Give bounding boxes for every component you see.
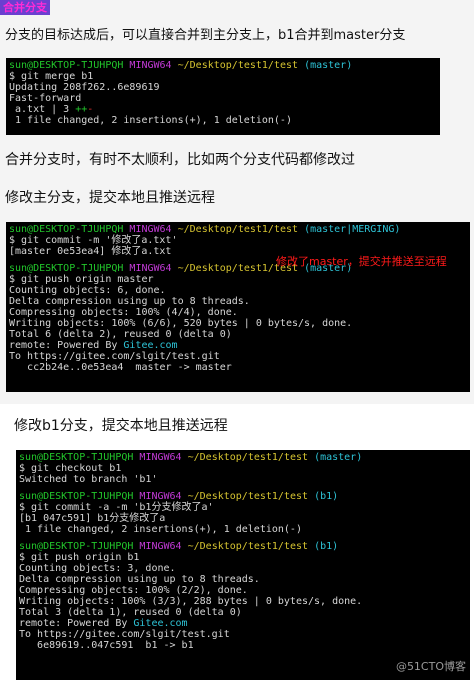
intro-text: 分支的目标达成后，可以直接合并到主分支上，b1合并到master分支 [5, 28, 406, 43]
terminal-line: Total 3 (delta 1), reused 0 (delta 0) [19, 607, 242, 618]
prompt-app: MINGW64 [139, 541, 182, 552]
section-heading: 合并分支 [0, 0, 50, 15]
prompt-path: ~/Desktop/test1/test [187, 452, 309, 463]
terminal-line: remote: Powered By Gitee.com [19, 618, 467, 629]
terminal-line: Compressing objects: 100% (4/4), done. [9, 307, 238, 318]
conflict-text: 合并分支时，有时不太顺利，比如两个分支代码都修改过 [5, 152, 355, 168]
prompt-branch: (b1) [314, 541, 339, 552]
prompt-path: ~/Desktop/test1/test [187, 491, 309, 502]
terminal-line: $ git commit -a -m 'b1分支修改了a' [19, 502, 214, 513]
annotation-text: 修改了master，提交并推送至远程 [276, 255, 447, 268]
prompt-line: sun@DESKTOP-TJUHPQH MINGW64 ~/Desktop/te… [9, 60, 437, 71]
prompt-app: MINGW64 [129, 224, 172, 235]
terminal-line: $ git merge b1 [9, 71, 94, 82]
prompt-user: sun@DESKTOP-TJUHPQH [9, 263, 124, 274]
terminal-line: $ git push origin master [9, 274, 154, 285]
prompt-line: sun@DESKTOP-TJUHPQH MINGW64 ~/Desktop/te… [19, 491, 467, 502]
prompt-branch: (b1) [314, 491, 339, 502]
prompt-line: sun@DESKTOP-TJUHPQH MINGW64 ~/Desktop/te… [19, 541, 467, 552]
terminal-line: [b1 047c591] b1分支修改了a [19, 513, 166, 524]
prompt-path: ~/Desktop/test1/test [187, 541, 309, 552]
terminal-line: Delta compression using up to 8 threads. [19, 574, 260, 585]
prompt-line: sun@DESKTOP-TJUHPQH MINGW64 ~/Desktop/te… [9, 224, 467, 235]
terminal-line: To https://gitee.com/slgit/test.git [19, 629, 230, 640]
prompt-path: ~/Desktop/test1/test [177, 224, 299, 235]
prompt-branch: (master|MERGING) [304, 224, 401, 235]
prompt-app: MINGW64 [129, 263, 172, 274]
prompt-user: sun@DESKTOP-TJUHPQH [9, 60, 124, 71]
terminal-line: Updating 208f262..6e89619 [9, 82, 160, 93]
remote-text: remote: Powered By [19, 618, 134, 629]
prompt-path: ~/Desktop/test1/test [177, 60, 299, 71]
prompt-user: sun@DESKTOP-TJUHPQH [19, 541, 134, 552]
prompt-app: MINGW64 [139, 452, 182, 463]
terminal-push-b1: sun@DESKTOP-TJUHPQH MINGW64 ~/Desktop/te… [16, 450, 470, 680]
terminal-push-master: sun@DESKTOP-TJUHPQH MINGW64 ~/Desktop/te… [6, 222, 470, 392]
terminal-line: 1 file changed, 2 insertions(+), 1 delet… [19, 524, 302, 535]
prompt-line: sun@DESKTOP-TJUHPQH MINGW64 ~/Desktop/te… [19, 452, 467, 463]
prompt-user: sun@DESKTOP-TJUHPQH [19, 452, 134, 463]
diffstat-text: a.txt | 3 [9, 104, 76, 115]
modify-master-text: 修改主分支，提交本地且推送远程 [5, 190, 215, 206]
remote-text: remote: Powered By [9, 340, 124, 351]
terminal-line: Writing objects: 100% (3/3), 288 bytes |… [19, 596, 363, 607]
watermark: @51CTO博客 [395, 660, 466, 673]
terminal-line: Counting objects: 6, done. [9, 285, 166, 296]
terminal-line: 1 file changed, 2 insertions(+), 1 delet… [9, 115, 292, 126]
terminal-line: Compressing objects: 100% (2/2), done. [19, 585, 248, 596]
terminal-line: $ git commit -m '修改了a.txt' [9, 235, 178, 246]
terminal-merge: sun@DESKTOP-TJUHPQH MINGW64 ~/Desktop/te… [6, 58, 440, 135]
terminal-line: To https://gitee.com/slgit/test.git [9, 351, 220, 362]
modify-b1-text: 修改b1分支，提交本地且推送远程 [14, 418, 228, 434]
gitee-link[interactable]: Gitee.com [123, 340, 177, 351]
prompt-app: MINGW64 [139, 491, 182, 502]
prompt-app: MINGW64 [129, 60, 172, 71]
terminal-line: Counting objects: 3, done. [19, 563, 176, 574]
gitee-link[interactable]: Gitee.com [133, 618, 187, 629]
terminal-line: Total 6 (delta 2), reused 0 (delta 0) [9, 329, 232, 340]
terminal-line: a.txt | 3 ++- [9, 104, 437, 115]
terminal-line: 6e89619..047c591 b1 -> b1 [19, 640, 194, 651]
terminal-line: remote: Powered By Gitee.com [9, 340, 467, 351]
terminal-line: $ git push origin b1 [19, 552, 140, 563]
diff-plus: ++ [75, 104, 88, 115]
prompt-user: sun@DESKTOP-TJUHPQH [9, 224, 124, 235]
prompt-branch: (master) [314, 452, 363, 463]
terminal-line: Switched to branch 'b1' [19, 474, 158, 485]
prompt-branch: (master) [304, 60, 353, 71]
terminal-line: Delta compression using up to 8 threads. [9, 296, 250, 307]
terminal-line: $ git checkout b1 [19, 463, 122, 474]
terminal-line: Writing objects: 100% (6/6), 520 bytes |… [9, 318, 353, 329]
diff-minus: - [87, 104, 94, 115]
terminal-line: Fast-forward [9, 93, 82, 104]
terminal-line: cc2b24e..0e53ea4 master -> master [9, 362, 232, 373]
prompt-user: sun@DESKTOP-TJUHPQH [19, 491, 134, 502]
